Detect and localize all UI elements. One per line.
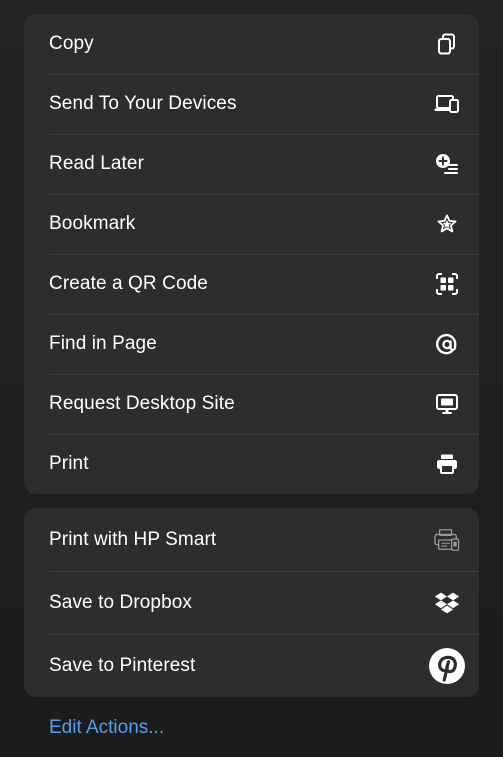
qr-code-icon bbox=[434, 271, 460, 297]
read-later-icon bbox=[434, 151, 460, 177]
bookmark-label: Bookmark bbox=[49, 213, 136, 234]
read-later-label: Read Later bbox=[49, 153, 145, 174]
save-to-dropbox-action[interactable]: Save to Dropbox bbox=[24, 571, 479, 634]
request-desktop-site-label: Request Desktop Site bbox=[49, 393, 235, 414]
edit-actions-link[interactable]: Edit Actions... bbox=[49, 717, 164, 739]
print-label: Print bbox=[49, 453, 89, 474]
send-to-devices-label: Send To Your Devices bbox=[49, 93, 237, 114]
find-in-page-action[interactable]: Find in Page bbox=[24, 314, 479, 374]
save-to-pinterest-label: Save to Pinterest bbox=[49, 654, 196, 676]
copy-action[interactable]: Copy bbox=[24, 14, 479, 74]
save-to-dropbox-label: Save to Dropbox bbox=[49, 591, 193, 613]
read-later-action[interactable]: Read Later bbox=[24, 134, 479, 194]
primary-actions-group: Copy Send To Your Devices Read Later Boo… bbox=[24, 14, 479, 494]
share-sheet-actions: Copy Send To Your Devices Read Later Boo… bbox=[0, 0, 503, 757]
devices-icon bbox=[434, 91, 460, 117]
find-in-page-icon bbox=[434, 331, 460, 357]
create-qr-code-label: Create a QR Code bbox=[49, 273, 208, 294]
save-to-pinterest-action[interactable]: Save to Pinterest bbox=[24, 634, 479, 697]
extension-actions-group: Print with HP Smart Save to Dropbox Save… bbox=[24, 508, 479, 697]
printer-icon bbox=[434, 451, 460, 477]
star-icon bbox=[434, 211, 460, 237]
create-qr-code-action[interactable]: Create a QR Code bbox=[24, 254, 479, 314]
find-in-page-label: Find in Page bbox=[49, 333, 157, 354]
print-action[interactable]: Print bbox=[24, 434, 479, 494]
bookmark-action[interactable]: Bookmark bbox=[24, 194, 479, 254]
dropbox-icon bbox=[434, 590, 460, 616]
print-with-hp-smart-action[interactable]: Print with HP Smart bbox=[24, 508, 479, 571]
copy-icon bbox=[434, 31, 460, 57]
copy-action-label: Copy bbox=[49, 33, 94, 54]
hp-smart-icon bbox=[434, 527, 460, 553]
request-desktop-site-action[interactable]: Request Desktop Site bbox=[24, 374, 479, 434]
desktop-icon bbox=[434, 391, 460, 417]
pinterest-icon bbox=[428, 647, 466, 685]
print-with-hp-smart-label: Print with HP Smart bbox=[49, 528, 217, 550]
send-to-devices-action[interactable]: Send To Your Devices bbox=[24, 74, 479, 134]
